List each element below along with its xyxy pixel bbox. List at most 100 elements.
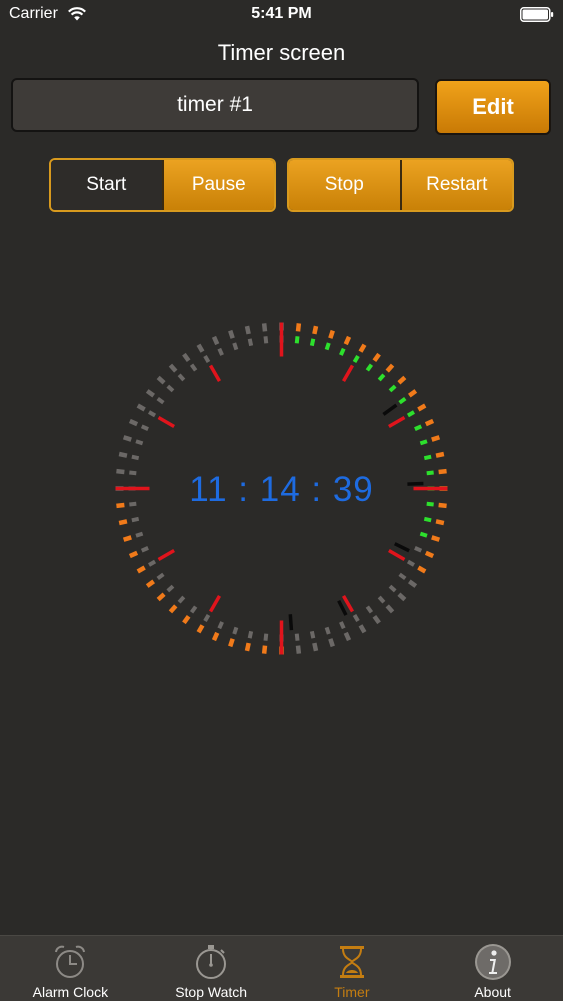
minute-tick	[417, 403, 427, 412]
second-tick	[414, 424, 423, 431]
minute-tick	[228, 329, 235, 339]
status-time: 5:41 PM	[251, 5, 312, 22]
second-tick	[147, 410, 157, 418]
hour-progress-tick	[337, 599, 348, 616]
second-tick	[339, 347, 346, 356]
minute-tick	[372, 352, 381, 362]
second-tick	[189, 363, 198, 372]
minute-tick	[358, 624, 367, 634]
second-tick	[352, 613, 360, 623]
second-tick	[247, 630, 254, 639]
minute-tick	[397, 592, 407, 602]
second-tick	[177, 373, 186, 382]
restart-button[interactable]: Restart	[399, 160, 512, 210]
minute-tick	[211, 335, 220, 346]
minute-tick	[244, 642, 251, 652]
minute-tick	[431, 435, 441, 442]
second-tick	[398, 396, 407, 405]
alarm-clock-icon	[55, 945, 86, 978]
hour-marker	[157, 548, 175, 562]
second-tick	[166, 384, 175, 393]
status-bar: Carrier 5:41 PM	[0, 0, 563, 30]
hour-progress-tick	[382, 403, 398, 416]
second-tick	[166, 584, 175, 593]
second-tick	[419, 531, 428, 538]
tab-label: Stop Watch	[175, 984, 248, 1000]
minute-tick	[196, 343, 205, 353]
tab-alarm-clock[interactable]: Alarm Clock	[0, 936, 141, 1001]
second-tick	[232, 626, 239, 635]
second-tick	[339, 621, 346, 630]
minute-tick	[424, 418, 435, 427]
minute-tick	[145, 579, 155, 588]
minute-tick	[295, 323, 302, 332]
second-tick	[131, 516, 140, 523]
minute-tick	[118, 519, 128, 526]
second-tick	[247, 338, 254, 347]
second-tick	[352, 354, 360, 364]
minute-tick	[328, 638, 335, 648]
info-icon	[474, 944, 511, 980]
second-tick	[177, 595, 186, 604]
second-tick	[309, 338, 316, 347]
second-tick	[324, 626, 331, 635]
hour-marker	[388, 548, 406, 562]
minute-tick	[168, 604, 178, 614]
minute-tick	[182, 615, 191, 625]
minute-tick	[261, 645, 268, 654]
second-tick	[263, 336, 269, 344]
second-tick	[131, 454, 140, 461]
start-pause-control: Start Pause	[49, 158, 276, 212]
tab-label: Alarm Clock	[32, 984, 109, 1000]
minute-tick	[122, 535, 132, 542]
tab-bar: Alarm Clock Stop Watch Timer About	[0, 935, 563, 1001]
timer-name-field: timer #1	[11, 78, 419, 132]
minute-tick	[435, 451, 445, 458]
second-tick	[414, 546, 423, 553]
hour-marker	[388, 415, 406, 429]
minute-tick	[244, 325, 251, 335]
second-tick	[135, 531, 144, 538]
hour-marker	[341, 364, 355, 382]
minute-tick	[385, 604, 395, 614]
second-tick	[406, 559, 416, 567]
second-tick	[140, 424, 149, 431]
second-tick	[156, 396, 165, 405]
battery-icon	[520, 7, 554, 22]
second-tick	[423, 454, 432, 461]
second-tick	[147, 559, 157, 567]
tab-about[interactable]: About	[422, 936, 563, 1001]
second-tick	[294, 336, 300, 344]
tab-stop-watch[interactable]: Stop Watch	[141, 936, 282, 1001]
minute-tick	[128, 418, 139, 427]
second-tick	[189, 605, 198, 614]
tab-timer[interactable]: Timer	[282, 936, 423, 1001]
second-tick	[365, 363, 374, 372]
pause-button[interactable]: Pause	[161, 160, 274, 210]
hourglass-icon	[339, 946, 364, 978]
tab-label: About	[474, 984, 511, 1000]
second-tick	[309, 630, 316, 639]
minute-tick	[408, 579, 418, 588]
stop-button[interactable]: Stop	[289, 160, 400, 210]
second-tick	[423, 516, 432, 523]
hour-marker	[157, 415, 175, 429]
second-tick	[388, 384, 397, 393]
tab-label: Timer	[334, 984, 370, 1000]
second-tick	[365, 605, 374, 614]
second-tick	[263, 633, 269, 641]
second-tick	[388, 584, 397, 593]
minute-tick	[358, 343, 367, 353]
stop-restart-control: Stop Restart	[287, 158, 514, 212]
minute-tick	[372, 615, 381, 625]
minute-tick	[397, 375, 407, 385]
minute-tick	[156, 375, 166, 385]
start-button[interactable]: Start	[51, 160, 162, 210]
second-tick	[419, 439, 428, 446]
second-tick	[203, 354, 211, 364]
minute-tick	[182, 352, 191, 362]
minute-tick	[328, 329, 335, 339]
minute-tick	[145, 389, 155, 398]
second-tick	[217, 621, 224, 630]
edit-button[interactable]: Edit	[435, 79, 551, 135]
